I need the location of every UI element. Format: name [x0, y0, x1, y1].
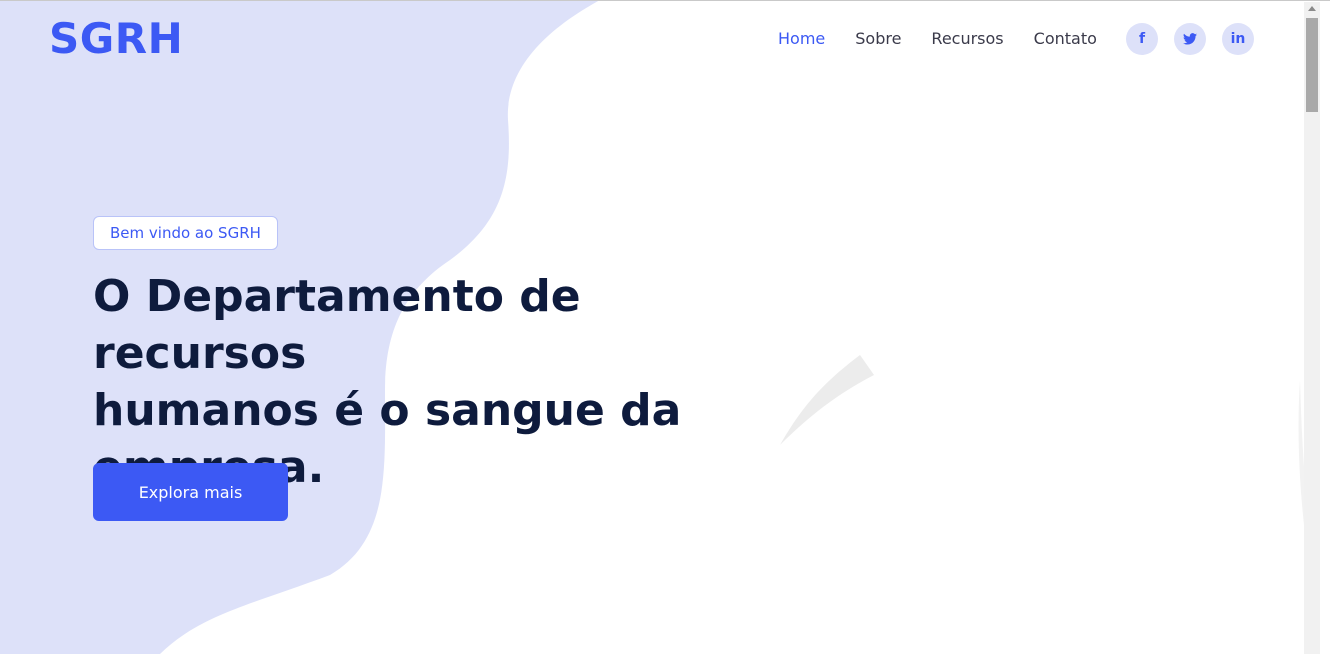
main-nav: Home Sobre Recursos Contato	[778, 28, 1127, 50]
vertical-scrollbar[interactable]	[1304, 2, 1320, 654]
site-logo[interactable]: SGRH	[49, 14, 183, 63]
linkedin-icon[interactable]: in	[1222, 23, 1254, 55]
headline-line-2: humanos é o sangue da	[93, 385, 682, 436]
welcome-badge: Bem vindo ao SGRH	[93, 216, 278, 250]
nav-contato[interactable]: Contato	[1034, 28, 1097, 50]
decor-leaf	[780, 355, 874, 445]
social-links: f in	[1126, 23, 1270, 55]
facebook-icon[interactable]: f	[1126, 23, 1158, 55]
page: SGRH Home Sobre Recursos Contato f in Be…	[0, 0, 1330, 654]
nav-sobre[interactable]: Sobre	[855, 28, 901, 50]
nav-home[interactable]: Home	[778, 28, 825, 50]
twitter-icon[interactable]	[1174, 23, 1206, 55]
scroll-thumb[interactable]	[1306, 18, 1318, 112]
headline-line-1: O Departamento de recursos	[93, 271, 581, 379]
scroll-up-arrow-icon[interactable]	[1308, 6, 1316, 11]
explore-button[interactable]: Explora mais	[93, 463, 288, 521]
nav-recursos[interactable]: Recursos	[931, 28, 1003, 50]
twitter-bird-glyph	[1183, 33, 1197, 45]
hero-headline: O Departamento de recursos humanos é o s…	[93, 268, 763, 496]
